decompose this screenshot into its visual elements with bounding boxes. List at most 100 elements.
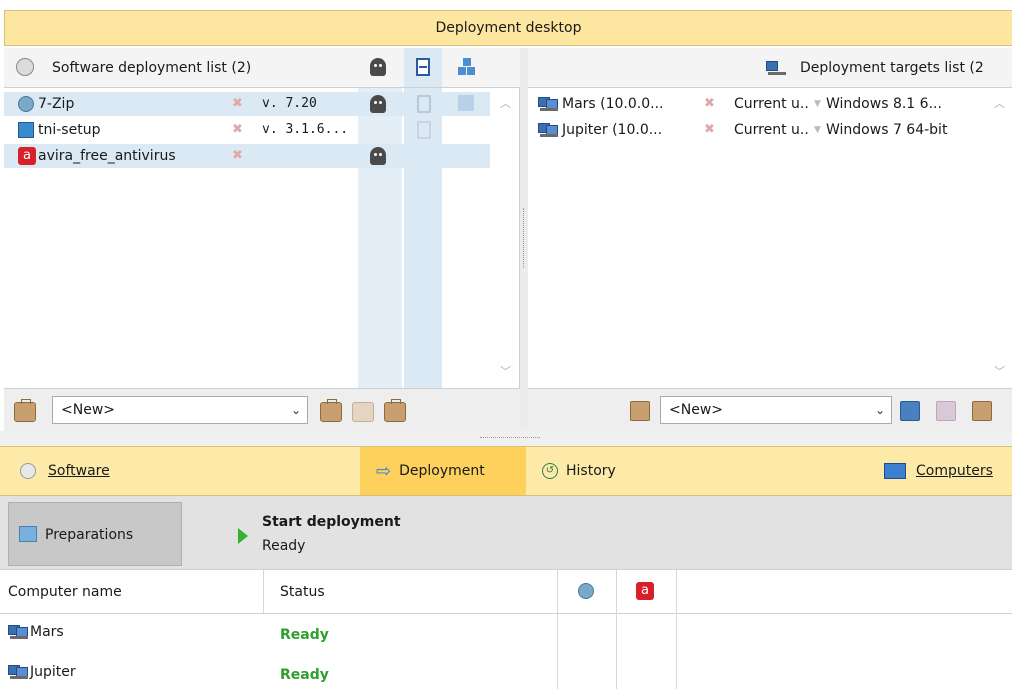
avira-column-icon[interactable]: a [636, 582, 654, 600]
tab-label: Software [48, 463, 110, 479]
computer-icon [538, 122, 560, 138]
scroll-down-icon[interactable]: ﹀ [500, 360, 511, 384]
computer-save-icon[interactable] [972, 401, 992, 421]
deployment-status: Ready [262, 538, 306, 554]
computer-edit-icon[interactable] [900, 401, 920, 421]
target-os: Windows 8.1 6... [826, 96, 942, 112]
remove-icon[interactable]: ✖ [232, 92, 243, 116]
list-item[interactable]: tni-setup ✖ v. 3.1.6... [4, 118, 490, 142]
computer-icon [8, 664, 30, 680]
7zip-column-icon[interactable] [578, 583, 594, 599]
cd-icon [16, 58, 34, 76]
targets-scrollbar[interactable]: ︿ ﹀ [990, 88, 1012, 388]
list-item[interactable]: 7-Zip ✖ v. 7.20 [4, 92, 490, 116]
target-user: Current u.. [734, 96, 809, 112]
arrow-right-icon: ⇨ [376, 460, 392, 482]
remove-icon[interactable]: ✖ [232, 118, 243, 142]
computer-icon [8, 624, 30, 640]
item-name: tni-setup [38, 122, 101, 138]
tab-deployment[interactable]: ⇨ Deployment [360, 447, 526, 495]
list-item[interactable]: Jupiter (10.0... ✖ Current u.. ▼ Windows… [528, 118, 988, 142]
briefcase-icon[interactable] [14, 399, 36, 422]
ghost-icon[interactable] [370, 58, 386, 76]
targets-list: Mars (10.0.0... ✖ Current u.. ▼ Windows … [528, 88, 1012, 388]
preparations-label: Preparations [45, 527, 134, 543]
column-header-status[interactable]: Status [280, 580, 325, 604]
ghost-icon [370, 95, 386, 113]
target-os: Windows 7 64-bit [826, 122, 948, 138]
monitor-icon [884, 463, 906, 479]
tab-label: History [566, 463, 616, 479]
software-list: 7-Zip ✖ v. 7.20 tni-setup ✖ v. 3.1.6... … [4, 88, 520, 388]
network-computer-icon [766, 60, 788, 76]
computer-group-icon[interactable] [630, 401, 650, 421]
tab-computers[interactable]: Computers [884, 447, 1012, 495]
targets-panel-header: Deployment targets list (2 [528, 48, 1012, 88]
scroll-down-icon[interactable]: ﹀ [994, 360, 1005, 384]
combo-value: <New> [669, 402, 723, 418]
software-panel-footer: <New> ⌄ [4, 388, 520, 431]
film-faded-icon [417, 121, 431, 139]
tabs-bar: Software ⇨ Deployment ↺ History Computer… [0, 446, 1012, 496]
selected-column-header[interactable] [404, 48, 442, 87]
setup-icon [18, 122, 34, 138]
dropdown-icon[interactable]: ▼ [814, 92, 821, 116]
grid-header: Computer name Status a [0, 570, 1012, 614]
splitter-grip [523, 208, 525, 268]
film-icon [416, 58, 430, 76]
ghost-icon [370, 147, 386, 165]
software-combo[interactable]: <New> ⌄ [52, 396, 308, 424]
item-name: avira_free_antivirus [38, 148, 176, 164]
list-item[interactable]: a avira_free_antivirus ✖ [4, 144, 490, 168]
remove-icon[interactable]: ✖ [704, 118, 715, 142]
briefcase-save-icon[interactable] [384, 399, 406, 422]
scroll-up-icon[interactable]: ︿ [500, 92, 511, 116]
computer-icon [538, 96, 560, 112]
remove-icon[interactable]: ✖ [704, 92, 715, 116]
scroll-up-icon[interactable]: ︿ [994, 92, 1005, 116]
window-title: Deployment desktop [435, 20, 582, 36]
film-faded-icon [417, 95, 431, 113]
tab-history[interactable]: ↺ History [542, 447, 662, 495]
clock-icon: ↺ [542, 463, 558, 479]
preparations-button[interactable]: Preparations [8, 502, 182, 566]
table-row[interactable]: Jupiter Ready [0, 660, 1012, 684]
remove-icon[interactable]: ✖ [232, 144, 243, 168]
target-name: Mars (10.0.0... [562, 96, 664, 112]
splitter-grip [480, 437, 540, 439]
tab-label: Computers [916, 463, 993, 479]
horizontal-splitter[interactable] [0, 431, 1012, 446]
play-icon[interactable] [238, 528, 248, 544]
avira-icon: a [18, 147, 36, 165]
start-deployment-button[interactable]: Start deployment [262, 510, 401, 534]
briefcase-edit-icon[interactable] [320, 399, 342, 422]
deployment-bar: Preparations Start deployment Ready [0, 496, 1012, 570]
status-ready: Ready [280, 667, 329, 683]
item-version: v. 3.1.6... [262, 122, 349, 137]
7zip-icon [18, 96, 34, 112]
computer-name: Jupiter [30, 664, 76, 680]
boxes-icon[interactable] [458, 58, 476, 76]
dropdown-icon[interactable]: ▼ [814, 118, 821, 142]
target-user: Current u.. [734, 122, 809, 138]
column-header-computer-name[interactable]: Computer name [8, 580, 122, 604]
target-name: Jupiter (10.0... [562, 122, 663, 138]
chevron-down-icon: ⌄ [290, 403, 301, 417]
tab-label: Deployment [399, 463, 485, 479]
window-title-bar: Deployment desktop [4, 10, 1012, 46]
software-panel-title: Software deployment list (2) [52, 60, 252, 76]
chevron-down-icon: ⌄ [874, 403, 885, 417]
tab-software[interactable]: Software [20, 447, 220, 495]
targets-combo[interactable]: <New> ⌄ [660, 396, 892, 424]
targets-panel-footer: <New> ⌄ [528, 388, 1012, 431]
software-panel-header: Software deployment list (2) [4, 48, 520, 88]
item-name: 7-Zip [38, 96, 75, 112]
boxes-faded-icon [458, 95, 474, 111]
item-version: v. 7.20 [262, 96, 317, 111]
briefcase-remove-icon[interactable] [352, 402, 374, 422]
computer-remove-icon[interactable] [936, 401, 956, 421]
list-item[interactable]: Mars (10.0.0... ✖ Current u.. ▼ Windows … [528, 92, 988, 116]
table-row[interactable]: Mars Ready [0, 620, 1012, 644]
vertical-splitter[interactable] [520, 48, 528, 431]
software-scrollbar[interactable]: ︿ ﹀ [494, 88, 518, 388]
